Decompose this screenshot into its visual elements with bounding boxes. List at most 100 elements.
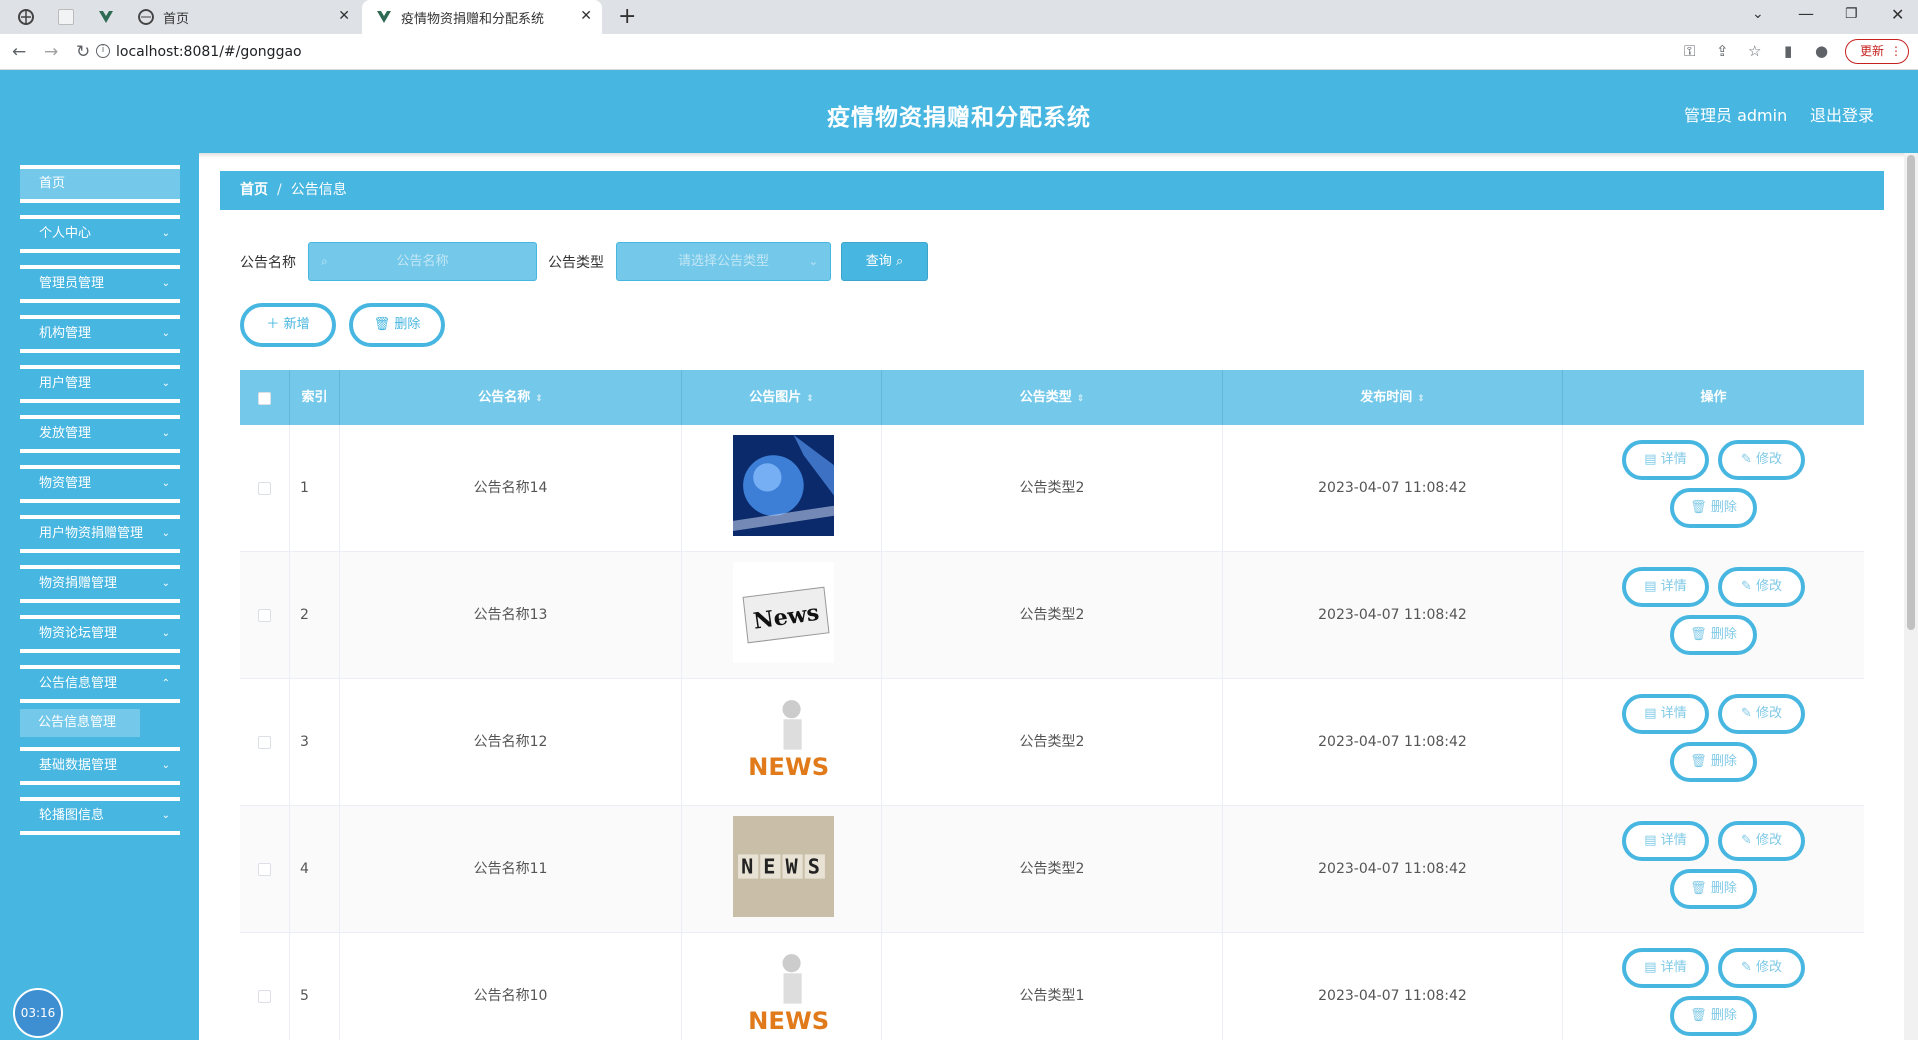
edit-button[interactable]: ✎ 修改 [1718, 821, 1805, 861]
row-checkbox[interactable] [258, 990, 271, 1003]
edit-button[interactable]: ✎ 修改 [1718, 948, 1805, 988]
delete-label: 删除 [1710, 1008, 1737, 1023]
select-all-checkbox[interactable] [258, 392, 271, 405]
chevron-up-icon: ⌃ [161, 678, 170, 689]
breadcrumb: 首页 / 公告信息 [220, 171, 1884, 210]
edit-button[interactable]: ✎ 修改 [1718, 567, 1805, 607]
detail-button[interactable]: ▤ 详情 [1622, 948, 1709, 988]
close-window-icon[interactable]: ✕ [1891, 5, 1904, 24]
table-row[interactable]: 4 公告名称11 N E W S 公告类型2 2023-04-07 11:08:42 ▤ 详情 ✎… [240, 806, 1864, 933]
minimize-icon[interactable]: — [1798, 4, 1814, 23]
logout-link[interactable]: 退出登录 [1810, 102, 1874, 126]
sidebar-item-carousel[interactable]: 轮播图信息 ⌄ [20, 797, 180, 835]
table-row[interactable]: 5 公告名称10 NEWS 公告类型1 2023-04-07 11:08:42 ▤ 详情 ✎… [240, 933, 1864, 1040]
row-checkbox[interactable] [258, 482, 271, 495]
tab-search-icon[interactable]: ⌄ [1752, 6, 1764, 22]
side-panel-icon[interactable]: ▮ [1784, 42, 1792, 60]
notice-type-select[interactable]: 请选择公告类型 ⌄ [616, 242, 831, 281]
restore-icon[interactable]: ❐ [1845, 6, 1858, 22]
sidebar-item-users[interactable]: 用户管理 ⌄ [20, 365, 180, 403]
notice-name-input[interactable]: ⌕ 公告名称 [308, 242, 537, 281]
detail-button[interactable]: ▤ 详情 [1622, 567, 1709, 607]
new-tab-button[interactable]: + [618, 4, 636, 29]
edit-button[interactable]: ✎ 修改 [1718, 440, 1805, 480]
sidebar-item-notice[interactable]: 公告信息管理 ⌃ [20, 665, 180, 703]
pinned-tab-icon[interactable] [58, 9, 74, 25]
detail-button[interactable]: ▤ 详情 [1622, 821, 1709, 861]
sidebar-item-basic-data[interactable]: 基础数据管理 ⌄ [20, 747, 180, 785]
sidebar-item-distribution[interactable]: 发放管理 ⌄ [20, 415, 180, 453]
sidebar-item-label: 物资管理 [39, 476, 92, 491]
tab-active[interactable]: 疫情物资捐赠和分配系统 ✕ [362, 0, 602, 34]
delete-button[interactable]: 🗑 删除 [1670, 996, 1757, 1036]
col-type[interactable]: 公告类型 ⇕ [882, 370, 1223, 425]
sidebar-item-label: 基础数据管理 [39, 758, 118, 773]
add-button[interactable]: ＋ 新增 [240, 303, 336, 347]
document-icon: ▤ [1644, 579, 1657, 594]
forward-icon[interactable]: → [44, 42, 58, 62]
breadcrumb-separator: / [277, 182, 282, 198]
reload-icon[interactable]: ↻ [76, 42, 90, 62]
edit-label: 修改 [1756, 452, 1783, 467]
trash-icon: 🗑 [1690, 500, 1707, 515]
submenu-notice-manage[interactable]: 公告信息管理 [20, 709, 140, 737]
sort-icon[interactable]: ⇕ [806, 394, 814, 404]
sidebar-item-donation[interactable]: 物资捐赠管理 ⌄ [20, 565, 180, 603]
sidebar-item-forum[interactable]: 物资论坛管理 ⌄ [20, 615, 180, 653]
col-label: 公告名称 [478, 390, 531, 405]
search-icon: ⌕ [895, 254, 904, 269]
col-label: 操作 [1700, 390, 1727, 405]
detail-button[interactable]: ▤ 详情 [1622, 694, 1709, 734]
bookmark-star-icon[interactable]: ☆ [1748, 42, 1761, 60]
row-checkbox[interactable] [258, 736, 271, 749]
chevron-down-icon: ⌄ [161, 228, 170, 239]
scrollbar[interactable] [1904, 153, 1918, 1040]
pinned-tab-icon[interactable] [18, 9, 34, 25]
plus-icon: ＋ [266, 317, 280, 332]
query-button[interactable]: 查询 ⌕ [841, 242, 928, 281]
url-field[interactable]: localhost:8081/#/gonggao [116, 34, 302, 70]
sidebar-item-supplies[interactable]: 物资管理 ⌄ [20, 465, 180, 503]
sidebar-item-user-donation[interactable]: 用户物资捐赠管理 ⌄ [20, 515, 180, 553]
edit-button[interactable]: ✎ 修改 [1718, 694, 1805, 734]
batch-delete-button[interactable]: 🗑 删除 [349, 303, 445, 347]
sidebar-item-admin[interactable]: 管理员管理 ⌄ [20, 265, 180, 303]
breadcrumb-home[interactable]: 首页 [240, 182, 268, 198]
sidebar-item-org[interactable]: 机构管理 ⌄ [20, 315, 180, 353]
share-icon[interactable]: ⇪ [1716, 42, 1729, 60]
site-info-icon[interactable]: i [96, 44, 110, 58]
close-tab-icon[interactable]: ✕ [580, 8, 592, 24]
more-menu-icon: ⋮ [1890, 44, 1902, 58]
sort-icon[interactable]: ⇕ [1077, 394, 1085, 404]
close-tab-icon[interactable]: ✕ [338, 8, 350, 24]
table-row[interactable]: 1 公告名称14 公告类型2 2023-04-07 11:08:42 ▤ 详情 ✎ 修改 🗑… [240, 425, 1864, 552]
scrollbar-thumb[interactable] [1907, 155, 1915, 630]
delete-button[interactable]: 🗑 删除 [1670, 869, 1757, 909]
key-icon[interactable]: ⚿ [1684, 42, 1695, 60]
chevron-down-icon: ⌄ [161, 628, 170, 639]
delete-button[interactable]: 🗑 删除 [1670, 488, 1757, 528]
document-icon: ▤ [1644, 960, 1657, 975]
vue-tab-icon[interactable] [98, 9, 114, 25]
profile-icon[interactable]: ● [1815, 42, 1828, 60]
col-time[interactable]: 发布时间 ⇕ [1223, 370, 1563, 425]
col-image[interactable]: 公告图片 ⇕ [682, 370, 882, 425]
update-button[interactable]: 更新 ⋮ [1845, 39, 1909, 64]
tab-home[interactable]: 首页 ✕ [130, 0, 360, 34]
table-row[interactable]: 2 公告名称13 News 公告类型2 2023-04-07 11:08:42 ▤ 详情 ✎… [240, 552, 1864, 679]
type-cell: 公告类型2 [882, 806, 1223, 933]
sidebar-item-label: 用户物资捐赠管理 [39, 526, 144, 541]
sort-icon[interactable]: ⇕ [1417, 394, 1425, 404]
detail-button[interactable]: ▤ 详情 [1622, 440, 1709, 480]
delete-button[interactable]: 🗑 删除 [1670, 615, 1757, 655]
sidebar-item-personal[interactable]: 个人中心 ⌄ [20, 215, 180, 253]
table-row[interactable]: 3 公告名称12 NEWS 公告类型2 2023-04-07 11:08:42 ▤ 详情 ✎… [240, 679, 1864, 806]
sort-icon[interactable]: ⇕ [535, 394, 543, 404]
delete-button[interactable]: 🗑 删除 [1670, 742, 1757, 782]
row-checkbox[interactable] [258, 863, 271, 876]
back-icon[interactable]: ← [12, 42, 26, 62]
sidebar-item-home[interactable]: 首页 [20, 165, 180, 203]
select-cell [240, 425, 290, 552]
col-name[interactable]: 公告名称 ⇕ [340, 370, 682, 425]
row-checkbox[interactable] [258, 609, 271, 622]
